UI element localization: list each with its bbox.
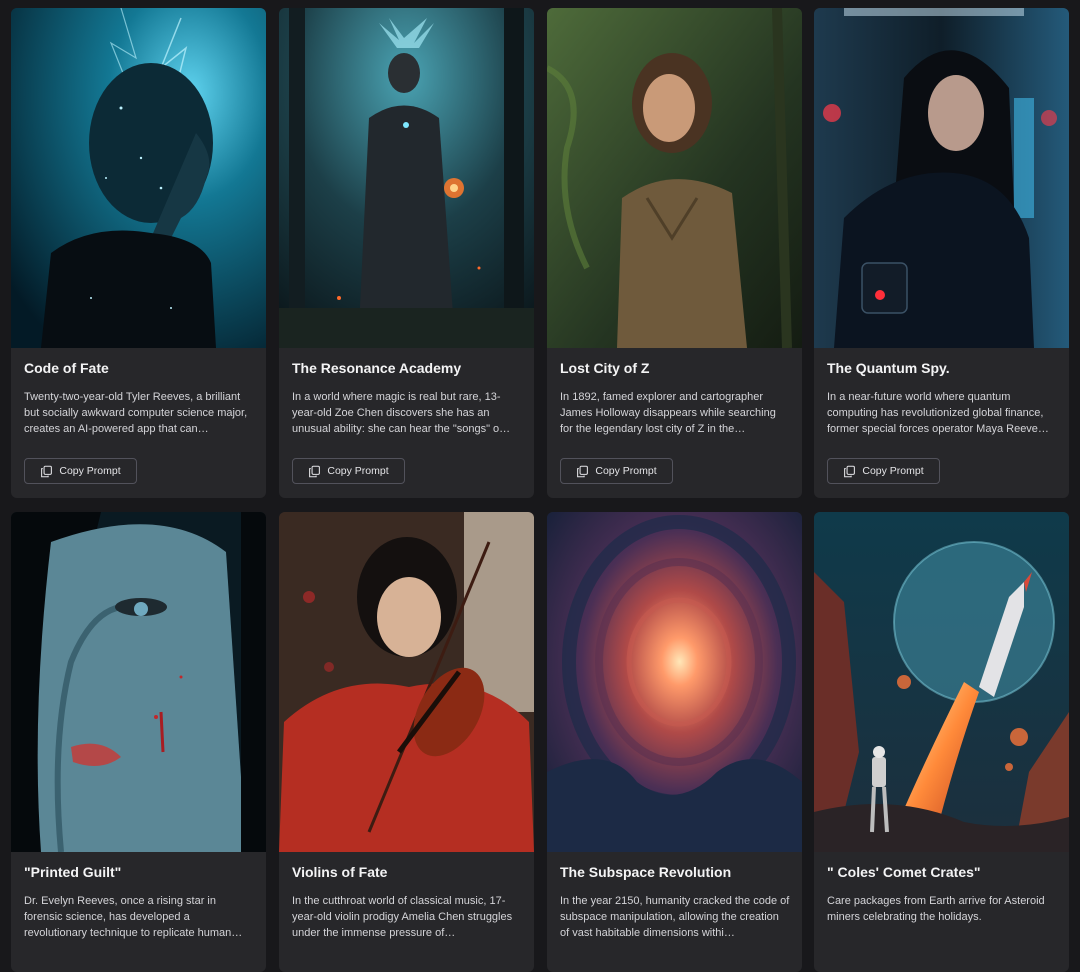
copy-prompt-label: Copy Prompt	[59, 465, 121, 477]
card-thumbnail[interactable]	[814, 8, 1069, 348]
card-description: Dr. Evelyn Reeves, once a rising star in…	[24, 895, 243, 939]
prompt-card[interactable]: Code of Fate Twenty-two-year-old Tyler R…	[11, 8, 266, 498]
card-thumbnail[interactable]	[547, 512, 802, 852]
copy-icon	[309, 465, 321, 477]
card-title: "Printed Guilt"	[24, 864, 122, 880]
prompt-card[interactable]: Violins of Fate In the cutthroat world o…	[279, 512, 534, 972]
card-title: Violins of Fate	[292, 864, 388, 880]
card-description: Care packages from Earth arrive for Aste…	[827, 895, 1045, 923]
card-thumbnail[interactable]	[814, 512, 1069, 852]
card-description: Twenty-two-year-old Tyler Reeves, a bril…	[24, 391, 248, 435]
card-thumbnail[interactable]	[11, 512, 266, 852]
card-title: Lost City of Z	[560, 360, 650, 376]
card-title: The Subspace Revolution	[560, 864, 732, 880]
thumbnail-image	[11, 512, 266, 852]
card-description: In 1892, famed explorer and cartographer…	[560, 391, 776, 435]
prompt-card[interactable]: The Quantum Spy. In a near-future world …	[814, 8, 1069, 498]
prompt-card[interactable]: " Coles' Comet Crates" Care packages fro…	[814, 512, 1069, 972]
copy-prompt-button[interactable]: Copy Prompt	[292, 458, 405, 484]
thumbnail-image	[279, 8, 534, 348]
card-thumbnail[interactable]	[547, 8, 802, 348]
copy-icon	[577, 465, 589, 477]
copy-prompt-label: Copy Prompt	[595, 465, 657, 477]
card-thumbnail[interactable]	[279, 512, 534, 852]
thumbnail-image	[814, 8, 1069, 348]
prompt-card[interactable]: The Resonance Academy In a world where m…	[279, 8, 534, 498]
card-description: In a near-future world where quantum com…	[827, 391, 1049, 435]
prompt-gallery: Code of Fate Twenty-two-year-old Tyler R…	[0, 0, 1080, 972]
card-thumbnail[interactable]	[279, 8, 534, 348]
copy-prompt-button[interactable]: Copy Prompt	[560, 458, 673, 484]
copy-prompt-button[interactable]: Copy Prompt	[24, 458, 137, 484]
prompt-card[interactable]: Lost City of Z In 1892, famed explorer a…	[547, 8, 802, 498]
card-title: Code of Fate	[24, 360, 109, 376]
card-title: The Resonance Academy	[292, 360, 462, 376]
card-title: " Coles' Comet Crates"	[827, 864, 981, 880]
copy-prompt-label: Copy Prompt	[862, 465, 924, 477]
prompt-card[interactable]: "Printed Guilt" Dr. Evelyn Reeves, once …	[11, 512, 266, 972]
thumbnail-image	[11, 8, 266, 348]
card-description: In a world where magic is real but rare,…	[292, 391, 511, 435]
card-description: In the cutthroat world of classical musi…	[292, 895, 513, 939]
card-description: In the year 2150, humanity cracked the c…	[560, 895, 790, 939]
card-title: The Quantum Spy.	[827, 360, 950, 376]
copy-icon	[41, 465, 53, 477]
thumbnail-image	[547, 512, 802, 852]
copy-prompt-label: Copy Prompt	[327, 465, 389, 477]
prompt-card[interactable]: The Subspace Revolution In the year 2150…	[547, 512, 802, 972]
thumbnail-image	[547, 8, 802, 348]
thumbnail-image	[279, 512, 534, 852]
copy-icon	[844, 465, 856, 477]
copy-prompt-button[interactable]: Copy Prompt	[827, 458, 940, 484]
card-thumbnail[interactable]	[11, 8, 266, 348]
thumbnail-image	[814, 512, 1069, 852]
